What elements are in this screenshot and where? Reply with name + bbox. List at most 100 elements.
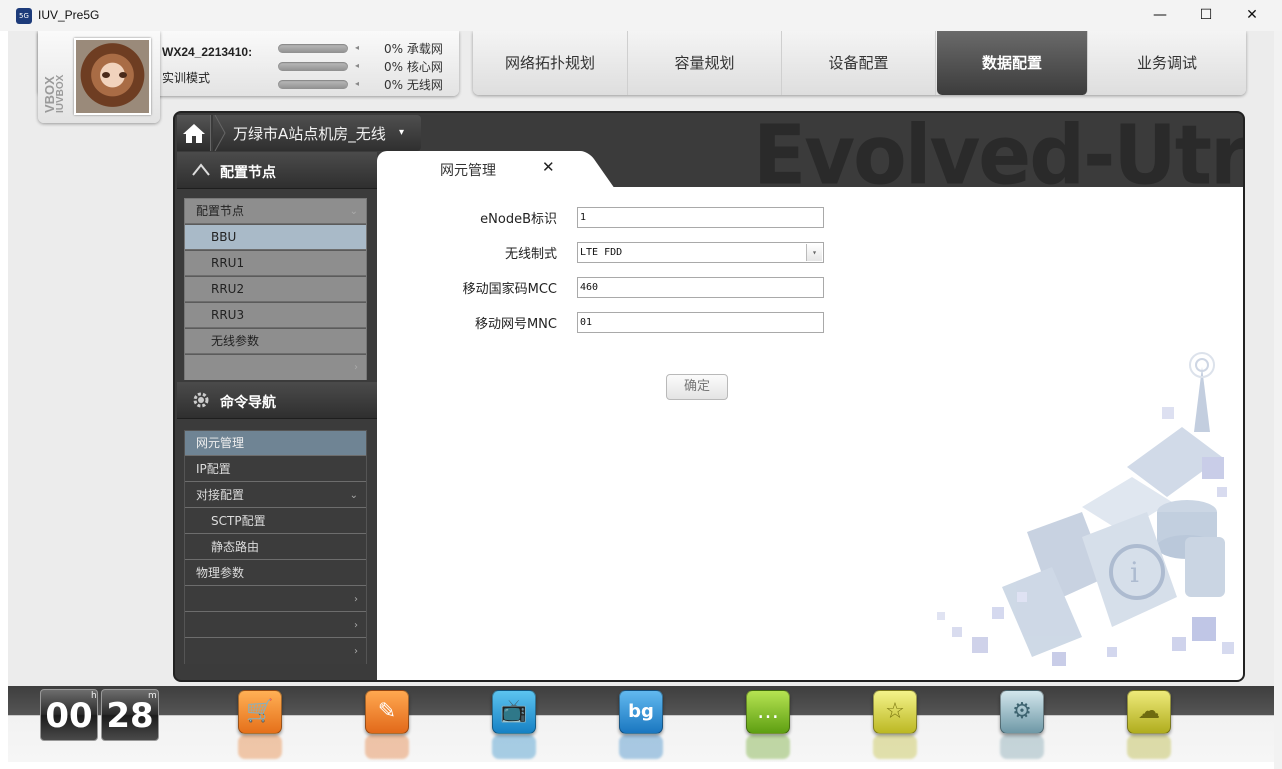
window-edge <box>1274 31 1282 769</box>
tab-title: 网元管理 <box>440 163 496 179</box>
list-empty-row[interactable]: › <box>185 587 366 612</box>
cmd-item-static-route[interactable]: 静态路由 <box>185 535 366 560</box>
group-label: 配置节点 <box>196 204 245 218</box>
star-icon[interactable]: ☆ <box>873 690 917 734</box>
progress-arrow-icon: ◂ <box>355 79 360 88</box>
cmd-item-interconnect-config[interactable]: 对接配置 ⌄ <box>185 483 366 508</box>
tv-icon[interactable]: 📺 <box>492 690 536 734</box>
command-nav-list: 网元管理 IP配置 对接配置 ⌄ SCTP配置 静态路由 物理参数 › › › <box>184 430 367 664</box>
gear-icon-reflection <box>1000 735 1044 759</box>
mnc-input[interactable]: 01 <box>577 312 824 333</box>
cart-icon[interactable]: 🛒 <box>238 690 282 734</box>
close-window-button[interactable]: ✕ <box>1229 0 1275 31</box>
maximize-button[interactable]: ☐ <box>1183 0 1229 31</box>
cart-icon-reflection <box>238 735 282 759</box>
cmd-item-label: 对接配置 <box>196 488 245 502</box>
calendar-bg-icon[interactable]: bg <box>619 690 663 734</box>
config-nodes-header[interactable]: 配置节点 <box>177 152 377 189</box>
node-item-rru3[interactable]: RRU3 <box>185 303 366 328</box>
command-nav-header[interactable]: 命令导航 <box>177 382 377 419</box>
nav-device-config[interactable]: 设备配置 <box>782 31 936 95</box>
cmd-item-ip-config[interactable]: IP配置 <box>185 457 366 482</box>
list-empty-row[interactable]: › <box>185 639 366 664</box>
cloud-icon-reflection <box>1127 735 1171 759</box>
mcc-input[interactable]: 460 <box>577 277 824 298</box>
field-label-mcc: 移动国家码MCC <box>462 282 557 297</box>
top-nav: 网络拓扑规划 容量规划 设备配置 数据配置 业务调试 <box>473 31 1246 95</box>
mode-label: 实训模式 <box>162 71 211 85</box>
svg-text:i: i <box>1130 556 1139 589</box>
cloud-icon[interactable]: ☁ <box>1127 690 1171 734</box>
network-illustration: i <box>937 352 1234 666</box>
node-item-bbu[interactable]: BBU <box>185 225 366 250</box>
calendar-icon-reflection <box>619 735 663 759</box>
gear-icon <box>193 392 209 408</box>
app-icon: 5G <box>16 8 32 24</box>
nav-data-config[interactable]: 数据配置 <box>937 31 1088 95</box>
confirm-button[interactable]: 确定 <box>666 374 728 400</box>
config-nodes-group[interactable]: 配置节点 ⌄ <box>185 199 366 224</box>
node-item-rru2[interactable]: RRU2 <box>185 277 366 302</box>
progress-label-core: 0% 核心网 <box>384 60 443 74</box>
field-label-enodeb-id: eNodeB标识 <box>480 212 557 227</box>
chevron-right-icon: › <box>354 362 358 373</box>
window-title: IUV_Pre5G <box>38 8 100 22</box>
user-name: WX24_2213410: <box>162 45 253 59</box>
clock-hours: 00 <box>40 689 98 741</box>
window-titlebar: 5G IUV_Pre5G — ☐ ✕ <box>0 0 1282 31</box>
node-item-rru1[interactable]: RRU1 <box>185 251 366 276</box>
chevron-down-icon: ⌄ <box>349 490 358 501</box>
location-dropdown[interactable]: 万绿市A站点机房_无线 ▾ <box>213 115 421 151</box>
cmd-item-sctp-config[interactable]: SCTP配置 <box>185 509 366 534</box>
chat-icon-reflection <box>746 735 790 759</box>
chevron-right-icon: › <box>354 620 358 631</box>
clock-minutes-unit: m <box>148 691 157 701</box>
deco-cube <box>1052 652 1066 666</box>
avatar-eye <box>119 72 127 78</box>
enodeb-id-input[interactable]: 1 <box>577 207 824 228</box>
chevron-down-icon: ⌄ <box>349 206 358 217</box>
tab-close-icon[interactable]: ✕ <box>542 158 555 176</box>
minimize-button[interactable]: — <box>1137 0 1183 31</box>
list-scroll-row[interactable]: › <box>185 355 366 380</box>
cmd-item-ne-management[interactable]: 网元管理 <box>185 431 366 456</box>
tv-icon-reflection <box>492 735 536 759</box>
cmd-item-physical-params[interactable]: 物理参数 <box>185 561 366 586</box>
config-nodes-list: 配置节点 ⌄ BBU RRU1 RRU2 RRU3 无线参数 › <box>184 198 367 380</box>
nav-service-debug[interactable]: 业务调试 <box>1088 31 1246 95</box>
main-panel: Evolved-Utran 万绿市A站点机房_无线 ▾ 配置节点 配置节点 ⌄ <box>173 111 1245 682</box>
gear-icon[interactable]: ⚙ <box>1000 690 1044 734</box>
config-nodes-title: 配置节点 <box>220 165 276 181</box>
avatar-eye <box>102 72 110 78</box>
clock-hours-unit: h <box>91 691 97 701</box>
field-label-mnc: 移动网号MNC <box>474 317 557 332</box>
radio-mode-select[interactable]: LTE FDD ▾ <box>577 242 824 263</box>
progress-bar-wireless <box>278 80 348 89</box>
star-icon-reflection <box>873 735 917 759</box>
radio-mode-value: LTE FDD <box>580 247 623 258</box>
node-icon <box>192 163 210 176</box>
nav-capacity-planning[interactable]: 容量规划 <box>628 31 782 95</box>
home-button[interactable] <box>177 115 211 151</box>
home-icon <box>183 124 205 143</box>
progress-label-bearer: 0% 承载网 <box>384 42 443 56</box>
progress-bar-core <box>278 62 348 71</box>
avatar[interactable] <box>74 38 151 115</box>
notebook-icon[interactable]: ✎ <box>365 690 409 734</box>
form-content: eNodeB标识 1 无线制式 LTE FDD ▾ 移动国家码MCC 460 移… <box>377 187 1243 680</box>
vbox-logo: VBOX IUVBOX <box>42 37 72 115</box>
list-empty-row[interactable]: › <box>185 613 366 638</box>
progress-bar-bearer <box>278 44 348 53</box>
dropdown-arrow-icon[interactable]: ▾ <box>806 244 822 261</box>
command-nav-title: 命令导航 <box>220 395 276 411</box>
notebook-icon-reflection <box>365 735 409 759</box>
field-label-radio-mode: 无线制式 <box>504 247 557 262</box>
nav-network-topology[interactable]: 网络拓扑规划 <box>473 31 628 95</box>
caret-down-icon: ▾ <box>399 127 405 138</box>
chat-icon[interactable]: … <box>746 690 790 734</box>
iuvbox-text: IUVBOX <box>55 74 66 113</box>
chevron-right-icon: › <box>354 594 358 605</box>
progress-arrow-icon: ◂ <box>355 43 360 52</box>
chevron-right-icon <box>214 115 226 151</box>
node-item-wireless-params[interactable]: 无线参数 <box>185 329 366 354</box>
